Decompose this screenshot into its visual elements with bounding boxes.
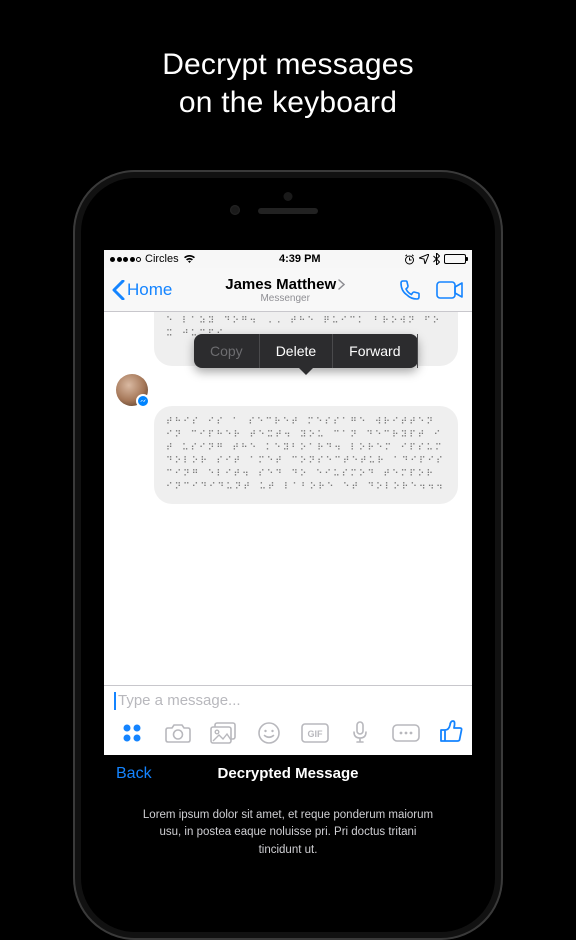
- phone-icon: [398, 278, 422, 302]
- phone-camera: [230, 205, 240, 215]
- phone-screen: Circles 4:39 PM Home: [104, 250, 472, 860]
- messenger-badge-icon: [136, 394, 150, 408]
- decrypt-back-button[interactable]: Back: [116, 765, 152, 783]
- chevron-right-icon: [338, 279, 345, 290]
- gif-icon: GIF: [301, 723, 329, 743]
- like-button[interactable]: [438, 718, 464, 749]
- location-icon: [419, 254, 429, 264]
- phone-speaker: [258, 208, 318, 214]
- camera-button[interactable]: [158, 722, 198, 744]
- nav-bar: Home James Matthew Messenger: [104, 268, 472, 312]
- video-call-button[interactable]: [436, 280, 464, 300]
- thumbs-up-icon: [438, 718, 464, 744]
- camera-icon: [165, 722, 191, 744]
- message-bubble[interactable]: ⠞⠓⠊⠎ ⠊⠎ ⠁ ⠎⠑⠉⠗⠑⠞ ⠍⠑⠎⠎⠁⠛⠑ ⠺⠗⠊⠞⠞⠑⠝ ⠊⠝ ⠉⠊⠏⠓…: [154, 406, 458, 504]
- message-placeholder: Type a message...: [118, 692, 241, 709]
- text-cursor-icon: [114, 692, 116, 710]
- signal-strength-icon: [110, 257, 141, 262]
- avatar[interactable]: [116, 374, 148, 406]
- carrier-label: Circles: [145, 253, 179, 265]
- context-menu-arrow-icon: [298, 367, 314, 375]
- back-button[interactable]: Home: [112, 280, 172, 300]
- decrypt-panel: Back Decrypted Message Lorem ipsum dolor…: [104, 755, 472, 860]
- gallery-icon: [210, 722, 236, 744]
- phone-sensor: [284, 192, 293, 201]
- context-menu-forward[interactable]: Forward: [333, 334, 417, 368]
- context-menu: Copy Delete Forward: [194, 334, 418, 368]
- svg-text:GIF: GIF: [307, 729, 323, 739]
- hero-title: Decrypt messages on the keyboard: [0, 0, 576, 121]
- composer: Type a message...: [104, 685, 472, 755]
- title-text: James Matthew: [225, 276, 336, 293]
- video-icon: [436, 280, 464, 300]
- conversation-subtitle: Messenger: [172, 294, 398, 304]
- decrypt-body: Lorem ipsum dolor sit amet, et reque pon…: [104, 793, 472, 860]
- battery-icon: [444, 254, 466, 264]
- message-input[interactable]: Type a message...: [114, 692, 462, 710]
- alarm-icon: [404, 254, 415, 265]
- context-menu-delete[interactable]: Delete: [260, 334, 333, 368]
- apps-icon: [121, 722, 143, 744]
- gif-button[interactable]: GIF: [295, 723, 335, 743]
- smiley-icon: [257, 721, 281, 745]
- chevron-left-icon: [112, 280, 125, 300]
- hero-line1: Decrypt messages: [162, 48, 414, 81]
- status-bar: Circles 4:39 PM: [104, 250, 472, 268]
- microphone-icon: [352, 721, 368, 745]
- audio-call-button[interactable]: [398, 278, 422, 302]
- more-button[interactable]: [386, 724, 426, 742]
- context-menu-copy[interactable]: Copy: [194, 334, 260, 368]
- phone-frame: Circles 4:39 PM Home: [73, 170, 503, 940]
- more-icon: [392, 724, 420, 742]
- back-label: Home: [127, 280, 172, 300]
- bluetooth-icon: [433, 253, 440, 265]
- stickers-button[interactable]: [249, 721, 289, 745]
- wifi-icon: [183, 254, 196, 264]
- clock-label: 4:39 PM: [279, 253, 321, 265]
- voice-button[interactable]: [341, 721, 381, 745]
- hero-line2: on the keyboard: [179, 86, 397, 119]
- apps-button[interactable]: [112, 722, 152, 744]
- conversation-title[interactable]: James Matthew: [225, 276, 345, 293]
- gallery-button[interactable]: [203, 722, 243, 744]
- chat-body[interactable]: ⠞⠓⠑ ⠟⠥⠊⠉⠅ ⠃⠗⠕⠺⠝ ⠋⠕⠭ ⠚⠥⠍⠏⠎ ⠕⠧⠑⠗ ⠞⠓⠑ ⠇⠁⠵⠽ …: [104, 312, 472, 685]
